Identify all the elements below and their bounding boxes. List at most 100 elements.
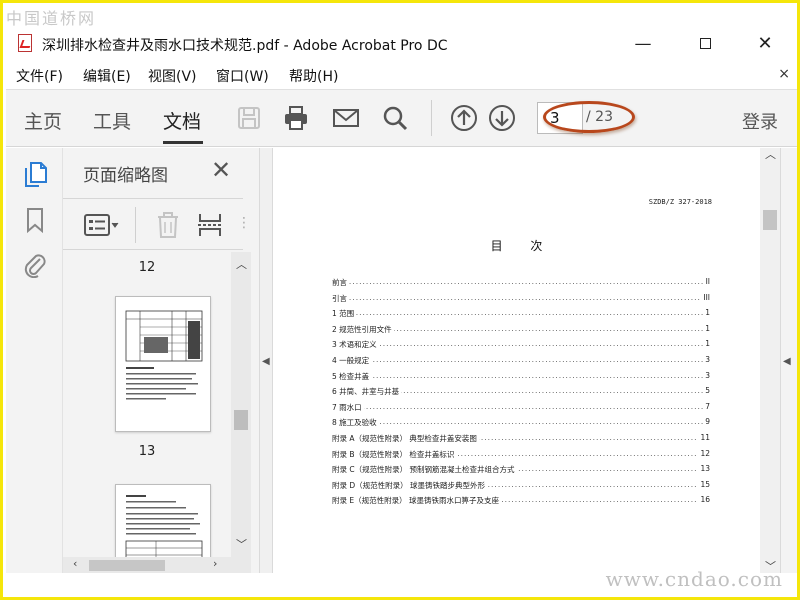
toc-entry-label: 附录 D（规范性附录） 球墨铸铁踏步典型外形 [332, 479, 488, 491]
scroll-down-icon[interactable]: ﹀ [236, 536, 247, 552]
thumbnails-panel: 页面缩略图 ✕ ⋮ 12 13 ︿ ﹀ ‹ › [63, 148, 259, 573]
toc-entry-label: 3 术语和定义 [332, 339, 379, 351]
scroll-left-icon[interactable]: ‹ [73, 557, 77, 570]
thumbnail-page-12[interactable] [115, 296, 211, 432]
tab-document[interactable]: 文档 [163, 107, 201, 134]
toc-entry-label: 7 雨水口 [332, 401, 364, 413]
document-vertical-scrollbar[interactable]: ︿ ﹀ [760, 148, 780, 573]
toc-leader-dots: ........................................… [332, 401, 710, 411]
toc-row[interactable]: ........................................… [332, 277, 710, 293]
toc-entry-label: 2 规范性引用文件 [332, 323, 394, 335]
toc-entry-page: III [701, 292, 710, 302]
toc-row[interactable]: ........................................… [332, 370, 710, 387]
menu-view[interactable]: 视图(V) [148, 66, 197, 86]
thumb-label: 13 [138, 444, 156, 459]
toc-row[interactable]: ........................................… [332, 292, 710, 309]
menu-bar: 文件(F) 编辑(E) 视图(V) 窗口(W) 帮助(H) × [6, 63, 797, 87]
right-panel-strip[interactable]: ◀ [780, 148, 797, 573]
scroll-thumb[interactable] [763, 210, 777, 230]
toc-entry-label: 4 一般规定 [332, 354, 372, 366]
menu-window[interactable]: 窗口(W) [216, 66, 269, 86]
toc-entry-page: 16 [698, 495, 710, 505]
scroll-up-icon[interactable]: ︿ [236, 256, 247, 272]
toc-entry-page: 7 [703, 401, 710, 411]
collapse-panel-strip[interactable]: ◀ [259, 148, 273, 573]
toc-row[interactable]: ........................................… [332, 401, 710, 418]
toc-row[interactable]: ........................................… [332, 339, 710, 355]
toc-entry-label: 附录 B（规范性附录） 检查井盖标识 [332, 448, 457, 460]
toc-row[interactable]: ........................................… [332, 323, 710, 340]
scroll-right-icon[interactable]: › [213, 557, 217, 570]
toc-leader-dots: ........................................… [332, 370, 710, 380]
toc-entry-label: 1 范围 [332, 308, 357, 320]
expand-right-icon[interactable]: ◀ [783, 356, 791, 367]
close-panel-button[interactable]: ✕ [211, 156, 231, 184]
maximize-button[interactable] [690, 31, 720, 57]
toc-row[interactable]: ........................................… [332, 308, 710, 324]
more-tools-icon[interactable]: ⋮ [237, 215, 251, 231]
menu-file[interactable]: 文件(F) [16, 66, 63, 86]
toc-entry-label: 附录 E（规范性附录） 球墨铸铁雨水口箅子及支座 [332, 495, 502, 507]
watermark-bottom: www.cndao.com [605, 567, 783, 591]
delete-icon[interactable] [155, 211, 181, 239]
bookmarks-icon[interactable] [22, 206, 48, 234]
toc-leader-dots: ........................................… [332, 354, 710, 364]
options-menu-icon[interactable] [83, 212, 123, 238]
tab-tools[interactable]: 工具 [93, 107, 131, 134]
toc-row[interactable]: ........................................… [332, 417, 710, 433]
toc-entry-page: II [703, 277, 710, 286]
toc-leader-dots: ........................................… [332, 292, 710, 302]
toc-entry-page: 1 [703, 308, 710, 318]
toc-entry-page: 3 [703, 354, 710, 364]
scroll-thumb[interactable] [89, 560, 165, 571]
toc-entry-page: 9 [703, 417, 710, 427]
collapse-left-icon[interactable]: ◀ [262, 356, 270, 367]
tab-home[interactable]: 主页 [24, 107, 62, 134]
panel-horizontal-scrollbar[interactable]: ‹ › [63, 557, 251, 573]
page-down-icon[interactable] [488, 104, 516, 132]
page-thumbnails-icon[interactable] [22, 160, 48, 188]
search-icon[interactable] [381, 104, 409, 132]
sign-in-button[interactable]: 登录 [742, 108, 778, 134]
close-document-button[interactable]: × [778, 66, 790, 82]
scroll-thumb[interactable] [234, 410, 248, 430]
toc-row[interactable]: ........................................… [332, 495, 710, 511]
scroll-up-icon[interactable]: ︿ [765, 146, 776, 162]
save-icon[interactable] [235, 104, 263, 132]
toc-leader-dots: ........................................… [332, 339, 710, 349]
toc-entry-label: 5 检查井盖 [332, 370, 372, 382]
panel-vertical-scrollbar[interactable]: ︿ ﹀ [231, 252, 251, 557]
standard-number: SZDB/Z 327-2018 [648, 198, 712, 206]
minimize-button[interactable]: — [628, 31, 658, 57]
toc-row[interactable]: ........................................… [332, 448, 710, 465]
toc-entry-page: 13 [698, 464, 710, 474]
thumbnail-page-13[interactable] [115, 484, 211, 557]
print-icon[interactable] [282, 104, 310, 132]
extract-pages-icon[interactable] [197, 211, 223, 239]
toc-entry-page: 1 [703, 323, 710, 333]
page-up-icon[interactable] [450, 104, 478, 132]
close-window-button[interactable]: ✕ [750, 31, 780, 57]
navigation-rail [6, 148, 63, 573]
toc-row[interactable]: ........................................… [332, 386, 710, 402]
maximize-icon [699, 38, 711, 49]
document-view[interactable]: SZDB/Z 327-2018 目 次 ....................… [273, 148, 760, 573]
email-icon[interactable] [332, 104, 360, 132]
page-number-input[interactable]: 3 [537, 102, 583, 134]
toc-row[interactable]: ........................................… [332, 432, 710, 449]
toolbar-separator [431, 100, 432, 136]
panel-title: 页面缩略图 [83, 166, 168, 186]
pdf-file-icon [18, 34, 32, 52]
toc-row[interactable]: ........................................… [332, 479, 710, 496]
app-window: 中国道桥网 深圳排水检查井及雨水口技术规范.pdf - Adobe Acroba… [0, 0, 800, 600]
toc-entry-page: 3 [703, 370, 710, 380]
panel-toolbar: ⋮ [63, 198, 251, 250]
menu-edit[interactable]: 编辑(E) [83, 66, 131, 86]
attachments-icon[interactable] [22, 250, 48, 278]
toc-row[interactable]: ........................................… [332, 354, 710, 371]
toc-title: 目 次 [490, 239, 555, 253]
menu-help[interactable]: 帮助(H) [289, 66, 338, 86]
toc-row[interactable]: ........................................… [332, 464, 710, 480]
toc-entry-page: 11 [698, 432, 710, 442]
toc-entry-label: 附录 A（规范性附录） 典型检查井盖安装图 [332, 432, 479, 444]
